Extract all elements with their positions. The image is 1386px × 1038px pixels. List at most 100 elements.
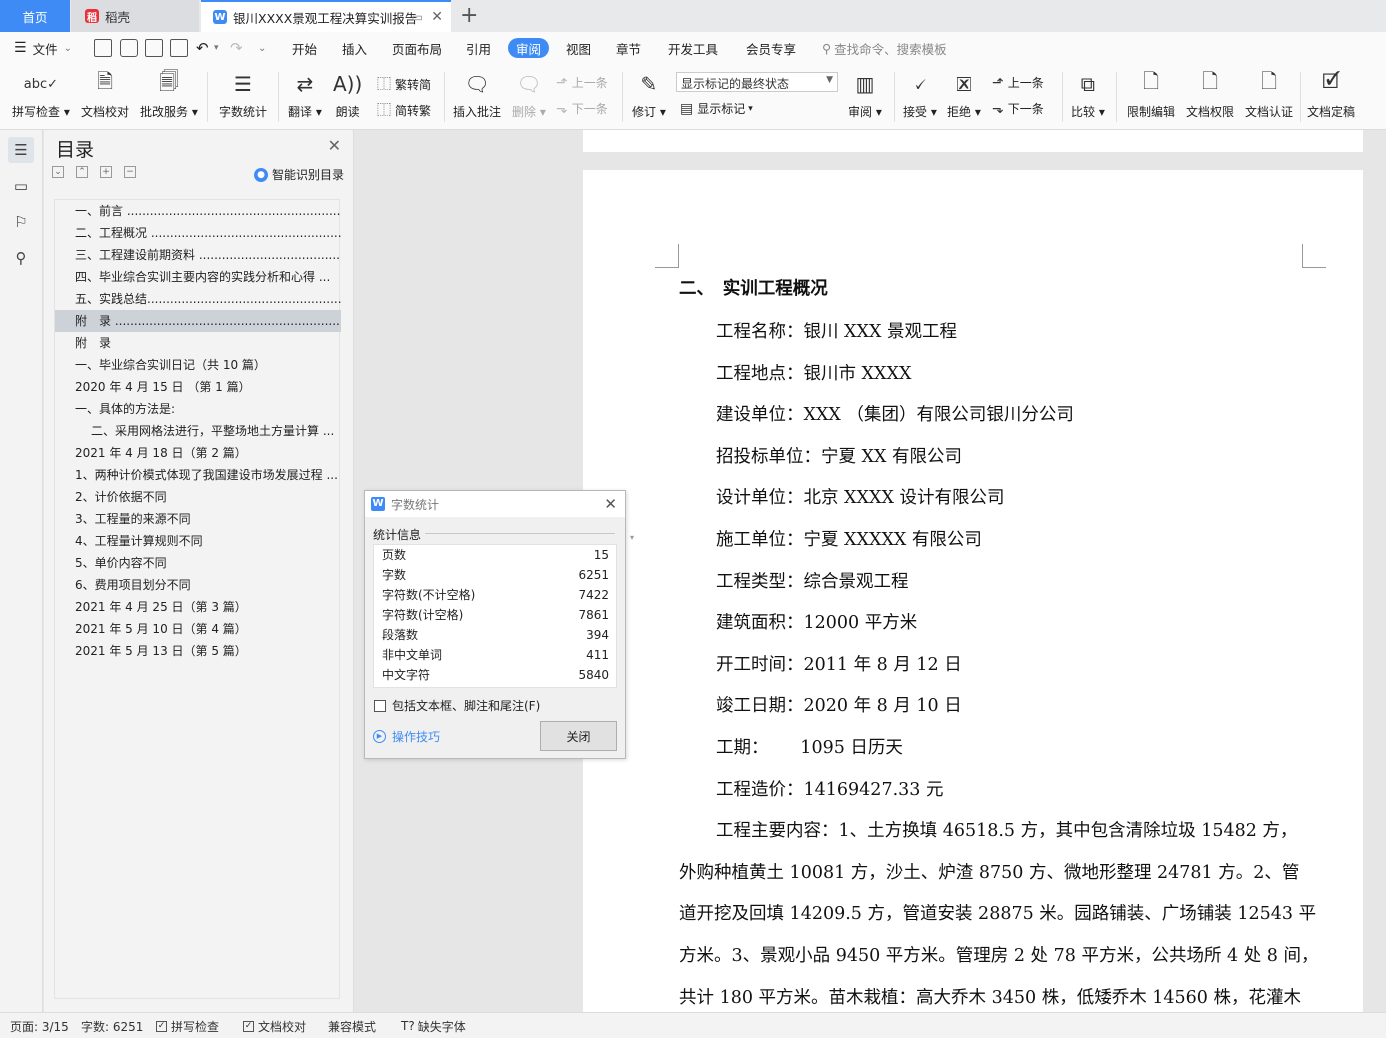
toc-panel-icon[interactable]: ☰ <box>8 137 34 163</box>
toc-item[interactable]: 附 录 ....................................… <box>55 310 341 332</box>
export-pdf-icon[interactable] <box>120 39 138 57</box>
toc-item[interactable]: 6、费用项目划分不同 <box>55 574 341 596</box>
print-icon[interactable] <box>145 39 163 57</box>
checkbox-box[interactable] <box>374 699 386 712</box>
menu-chapter[interactable]: 章节 <box>616 32 641 64</box>
section-nav-icon[interactable]: ▭ <box>8 173 34 199</box>
menu-home[interactable]: 开始 <box>292 32 317 64</box>
next-change-button[interactable]: ⬎ 下一条 <box>992 100 1044 117</box>
save-icon[interactable] <box>94 39 112 57</box>
expand-all-icon[interactable]: ⌄ <box>52 166 64 178</box>
doc-permission-button[interactable]: 🗋 文档权限 <box>1186 68 1234 120</box>
toc-item[interactable]: 2021 年 4 月 25 日（第 3 篇） <box>55 596 341 618</box>
next-comment-button[interactable]: ⬎ 下一条 <box>556 100 608 117</box>
prev-change-icon: ⬏ <box>992 74 1004 91</box>
toc-item[interactable]: 附 录 <box>55 332 341 354</box>
monitor-icon[interactable]: ▭ <box>412 10 423 24</box>
doc-proof-toggle[interactable]: ✓ 文档校对 <box>243 1013 306 1038</box>
translate-button[interactable]: ⇄ 翻译 ▾ <box>288 68 322 120</box>
toc-item[interactable]: 2020 年 4 月 15 日 （第 1 篇） <box>55 376 341 398</box>
prev-comment-button[interactable]: ⬏ 上一条 <box>556 74 608 91</box>
doc-finalize-button[interactable]: 🗹 文档定稿 <box>1307 68 1355 120</box>
menu-developer[interactable]: 开发工具 <box>668 32 718 64</box>
toc-item[interactable]: 4、工程量计算规则不同 <box>55 530 341 552</box>
bookmark-icon[interactable]: ⚐ <box>8 209 34 235</box>
doc-auth-button[interactable]: 🗋 文档认证 <box>1245 68 1293 120</box>
word-count-indicator[interactable]: 字数: 6251 <box>81 1013 143 1038</box>
menu-review[interactable]: 审阅 <box>508 38 550 58</box>
command-search[interactable]: ⚲ 查找命令、搜索模板 <box>822 32 947 64</box>
dialog-title-bar[interactable]: W 字数统计 <box>365 491 625 517</box>
spell-check-toggle[interactable]: ✓ 拼写检查 <box>156 1013 219 1038</box>
toc-item[interactable]: 五、实践总结..................................… <box>55 288 341 310</box>
insert-comment-button[interactable]: 🗨 插入批注 <box>453 68 501 120</box>
compat-mode-indicator[interactable]: 兼容模式 <box>328 1013 376 1038</box>
reject-button[interactable]: 🗷 拒绝 ▾ <box>947 68 981 120</box>
toc-item[interactable]: 一、毕业综合实训日记（共 10 篇） <box>55 354 341 376</box>
smart-toc-button[interactable]: ● 智能识别目录 <box>254 166 344 183</box>
toc-item[interactable]: 3、工程量的来源不同 <box>55 508 341 530</box>
toc-item[interactable]: 三、工程建设前期资料 .............................… <box>55 244 341 266</box>
menu-insert[interactable]: 插入 <box>342 32 367 64</box>
search-icon[interactable]: ⚲ <box>8 245 34 271</box>
simp-to-trad-button[interactable]: ⿰ 简转繁 <box>377 100 431 120</box>
tab-home[interactable]: 首页 <box>0 0 70 32</box>
trad-to-simp-button[interactable]: ⿰ 繁转简 <box>377 74 431 94</box>
toc-item[interactable]: 5、单价内容不同 <box>55 552 341 574</box>
word-count-icon: ☰ <box>234 72 252 96</box>
file-menu[interactable]: ☰ 文件 ⌄ <box>14 32 72 64</box>
toc-item[interactable]: 二、采用网格法进行，平整场地土方量计算 ... <box>55 420 341 442</box>
read-aloud-button[interactable]: A)) 朗读 <box>333 68 362 120</box>
accept-button[interactable]: 🗸 接受 ▾ <box>903 68 937 120</box>
page-indicator[interactable]: 页面: 3/15 <box>10 1013 69 1038</box>
review-pane-button[interactable]: ▥ 审阅 ▾ <box>848 68 882 120</box>
document-page[interactable]: 二、 实训工程概况 工程名称：银川 XXX 景观工程 工程地点：银川市 XXXX 建… <box>583 170 1363 1012</box>
show-markup-button[interactable]: ▤ 显示标记 ▾ <box>680 100 753 117</box>
toc-item[interactable]: 一、具体的方法是: <box>55 398 341 420</box>
new-tab-button[interactable]: + <box>460 3 478 28</box>
ribbon-divider <box>444 72 445 122</box>
delete-comment-button[interactable]: 🗨 删除 ▾ <box>512 68 546 120</box>
markup-state-select[interactable]: 显示标记的最终状态 ▼ <box>676 72 838 92</box>
menu-member[interactable]: 会员专享 <box>746 32 796 64</box>
undo-dropdown-icon[interactable]: ▾ <box>214 32 219 64</box>
menu-view[interactable]: 视图 <box>566 32 591 64</box>
toc-item[interactable]: 一、前言 ...................................… <box>55 200 341 222</box>
compare-button[interactable]: ⧉ 比较 ▾ <box>1071 68 1105 120</box>
revise-button[interactable]: ✎ 修订 ▾ <box>632 68 666 120</box>
quick-access-more-icon[interactable]: ⌄ <box>258 32 266 64</box>
undo-icon[interactable]: ↶ <box>196 32 209 64</box>
tab-daoke[interactable]: 稻 稻壳 <box>71 0 199 32</box>
close-icon[interactable]: ✕ <box>328 136 341 155</box>
toc-item[interactable]: 2021 年 5 月 13 日（第 5 篇） <box>55 640 341 662</box>
redo-icon[interactable]: ↷ <box>230 32 243 64</box>
menu-page-layout[interactable]: 页面布局 <box>392 32 442 64</box>
include-textbox-checkbox[interactable]: 包括文本框、脚注和尾注(F) <box>374 697 540 714</box>
prev-change-button[interactable]: ⬏ 上一条 <box>992 74 1044 91</box>
print-preview-icon[interactable] <box>170 39 188 57</box>
tab-document[interactable]: W 银川XXXX景观工程决算实训报告 ▭ ✕ <box>201 0 451 32</box>
hamburger-icon: ☰ <box>14 40 27 56</box>
toc-item[interactable]: 四、毕业综合实训主要内容的实践分析和心得 ... <box>55 266 341 288</box>
close-tab-icon[interactable]: ✕ <box>431 9 443 25</box>
spell-check-button[interactable]: abc✓ 拼写检查 ▾ <box>12 68 70 120</box>
missing-font-button[interactable]: T? 缺失字体 <box>401 1013 466 1038</box>
toc-item[interactable]: 2021 年 4 月 18 日（第 2 篇） <box>55 442 341 464</box>
toc-item[interactable]: 二、工程概况 .................................… <box>55 222 341 244</box>
menu-references[interactable]: 引用 <box>466 32 491 64</box>
remove-heading-icon[interactable]: − <box>124 166 136 178</box>
add-heading-icon[interactable]: + <box>100 166 112 178</box>
tips-link[interactable]: ▶ 操作技巧 <box>373 728 440 745</box>
close-icon[interactable]: ✕ <box>604 495 617 513</box>
doc-proof-button[interactable]: 🗎 文档校对 <box>81 68 129 120</box>
toc-item[interactable]: 1、两种计价模式体现了我国建设市场发展过程 ... <box>55 464 341 486</box>
toc-item[interactable]: 2、计价依据不同 <box>55 486 341 508</box>
collapse-all-icon[interactable]: ⌃ <box>76 166 88 178</box>
toc-item[interactable]: 2021 年 5 月 10 日（第 4 篇） <box>55 618 341 640</box>
document-line: 共计 180 平方米。苗木栽植：高大乔木 3450 株，低矮乔木 14560 株… <box>679 987 1301 1008</box>
annotate-service-button[interactable]: 🗐 批改服务 ▾ <box>140 68 198 120</box>
restrict-edit-button[interactable]: 🗋 限制编辑 <box>1127 68 1175 120</box>
close-button[interactable]: 关闭 <box>540 721 617 751</box>
ribbon-divider <box>1062 72 1063 122</box>
word-count-button[interactable]: ☰ 字数统计 <box>219 68 267 120</box>
